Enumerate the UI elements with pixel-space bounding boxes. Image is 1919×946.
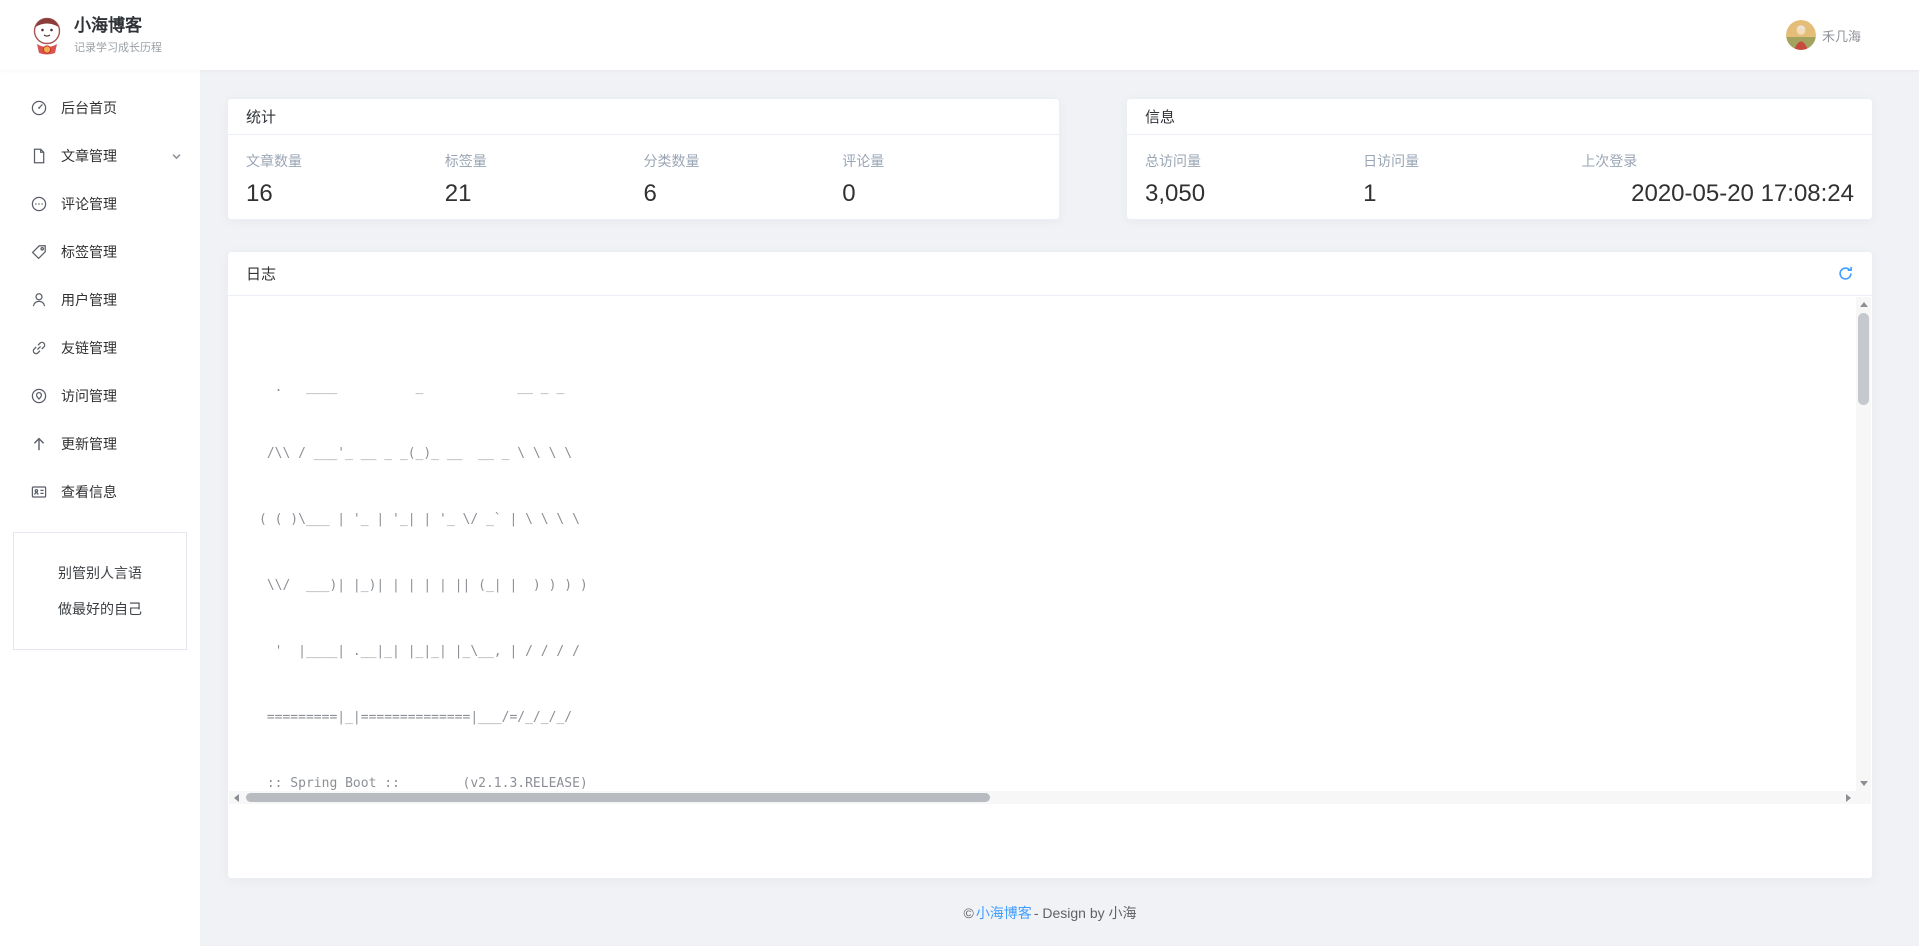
sidebar-item-label: 标签管理 — [61, 242, 182, 262]
log-banner-line: . ____ _ __ _ _ — [259, 377, 1829, 399]
username: 禾几海 — [1822, 26, 1861, 45]
stat-articles: 文章数量 16 — [246, 151, 445, 208]
sidebar-item-comments[interactable]: 评论管理 — [0, 180, 200, 228]
log-banner-line: /\\ / ___'_ __ _ _(_)_ __ __ _ \ \ \ \ — [259, 443, 1829, 465]
scroll-up-arrow[interactable] — [1856, 297, 1871, 312]
scroll-left-arrow[interactable] — [229, 791, 244, 804]
stat-value: 1 — [1363, 180, 1581, 208]
sidebar-item-label: 后台首页 — [61, 98, 182, 118]
log-content: . ____ _ __ _ _ /\\ / ___'_ __ _ _(_)_ _… — [229, 297, 1829, 804]
sidebar-item-dashboard[interactable]: 后台首页 — [0, 84, 200, 132]
sidebar-item-articles[interactable]: 文章管理 — [0, 132, 200, 180]
top-bar: 小海博客 记录学习成长历程 禾几海 — [0, 0, 1919, 70]
sidebar-item-users[interactable]: 用户管理 — [0, 276, 200, 324]
stat-label: 上次登录 — [1581, 151, 1854, 171]
scroll-down-arrow[interactable] — [1856, 776, 1871, 791]
user-icon — [30, 291, 48, 309]
sidebar-item-label: 用户管理 — [61, 290, 182, 310]
stat-value: 16 — [246, 180, 445, 208]
site-subtitle: 记录学习成长历程 — [74, 39, 162, 55]
sidebar-item-links[interactable]: 友链管理 — [0, 324, 200, 372]
stat-categories: 分类数量 6 — [644, 151, 843, 208]
site-brand[interactable]: 小海博客 记录学习成长历程 — [30, 15, 162, 55]
stat-tags: 标签量 21 — [445, 151, 644, 208]
stat-label: 评论量 — [842, 151, 1041, 171]
sidebar-item-view-info[interactable]: 查看信息 — [0, 468, 200, 516]
avatar — [1786, 20, 1816, 50]
stat-value: 0 — [842, 180, 1041, 208]
log-banner-line: ' |____| .__|_| |_|_| |_\__, | / / / / — [259, 641, 1829, 663]
sidebar-item-label: 更新管理 — [61, 434, 182, 454]
log-card-title: 日志 — [246, 263, 276, 284]
footer-blog-link[interactable]: 小海博客 — [976, 905, 1032, 921]
sidebar-item-label: 访问管理 — [61, 386, 182, 406]
info-daily-visits: 日访问量 1 — [1363, 151, 1581, 208]
user-menu[interactable]: 禾几海 — [1786, 20, 1861, 50]
scroll-right-arrow[interactable] — [1841, 791, 1856, 804]
chevron-down-icon — [171, 151, 182, 162]
info-last-login: 上次登录 2020-05-20 17:08:24 — [1581, 151, 1854, 208]
tag-icon — [30, 243, 48, 261]
refresh-icon[interactable] — [1835, 263, 1856, 284]
site-logo — [30, 15, 64, 55]
horizontal-scrollbar-thumb[interactable] — [246, 793, 990, 802]
vertical-scrollbar-thumb[interactable] — [1858, 313, 1869, 405]
footer-suffix: - Design by 小海 — [1034, 905, 1137, 921]
sidebar: 后台首页 文章管理 — [0, 70, 200, 946]
stat-label: 文章数量 — [246, 151, 445, 171]
stat-comments: 评论量 0 — [842, 151, 1041, 208]
log-card: 日志 . ____ _ __ _ _ /\\ / ___'_ __ _ _(_)… — [227, 251, 1873, 879]
stat-label: 标签量 — [445, 151, 644, 171]
arrow-up-icon — [30, 435, 48, 453]
sidebar-motto: 别管别人言语 做最好的自己 — [13, 532, 187, 650]
stats-card: 统计 文章数量 16 标签量 21 分类数量 6 — [227, 98, 1060, 220]
link-icon — [30, 339, 48, 357]
sidebar-item-label: 友链管理 — [61, 338, 182, 358]
sidebar-item-visits[interactable]: 访问管理 — [0, 372, 200, 420]
log-banner-line: \\/ ___)| |_)| | | | | || (_| | ) ) ) ) — [259, 575, 1829, 597]
dashboard-icon — [30, 99, 48, 117]
log-viewport: . ____ _ __ _ _ /\\ / ___'_ __ _ _(_)_ _… — [229, 297, 1871, 804]
stat-label: 总访问量 — [1145, 151, 1363, 171]
compass-icon — [30, 387, 48, 405]
stat-value: 3,050 — [1145, 180, 1363, 208]
document-icon — [30, 147, 48, 165]
info-total-visits: 总访问量 3,050 — [1145, 151, 1363, 208]
sidebar-item-label: 查看信息 — [61, 482, 182, 502]
sidebar-item-label: 评论管理 — [61, 194, 182, 214]
site-title: 小海博客 — [74, 16, 162, 36]
id-card-icon — [30, 483, 48, 501]
stats-card-title: 统计 — [246, 106, 276, 127]
comment-icon — [30, 195, 48, 213]
sidebar-item-label: 文章管理 — [61, 146, 171, 166]
stat-label: 分类数量 — [644, 151, 843, 171]
horizontal-scrollbar[interactable] — [229, 791, 1856, 804]
info-card-title: 信息 — [1145, 106, 1175, 127]
log-banner-line: ( ( )\___ | '_ | '_| | '_ \/ _` | \ \ \ … — [259, 509, 1829, 531]
copyright-symbol: © — [963, 905, 973, 921]
info-card: 信息 总访问量 3,050 日访问量 1 上次登录 2020-05-20 17:… — [1126, 98, 1873, 220]
motto-line-1: 别管别人言语 — [14, 555, 186, 591]
stat-label: 日访问量 — [1363, 151, 1581, 171]
sidebar-item-tags[interactable]: 标签管理 — [0, 228, 200, 276]
stat-value: 21 — [445, 180, 644, 208]
page-footer: ©小海博客- Design by 小海 — [227, 903, 1873, 923]
motto-line-2: 做最好的自己 — [14, 591, 186, 627]
log-banner-line: =========|_|==============|___/=/_/_/_/ — [259, 707, 1829, 729]
sidebar-item-update[interactable]: 更新管理 — [0, 420, 200, 468]
scrollbar-corner — [1856, 791, 1871, 804]
stat-value: 6 — [644, 180, 843, 208]
main-content: 统计 文章数量 16 标签量 21 分类数量 6 — [200, 70, 1919, 946]
stat-value: 2020-05-20 17:08:24 — [1581, 180, 1854, 208]
vertical-scrollbar[interactable] — [1856, 297, 1871, 791]
